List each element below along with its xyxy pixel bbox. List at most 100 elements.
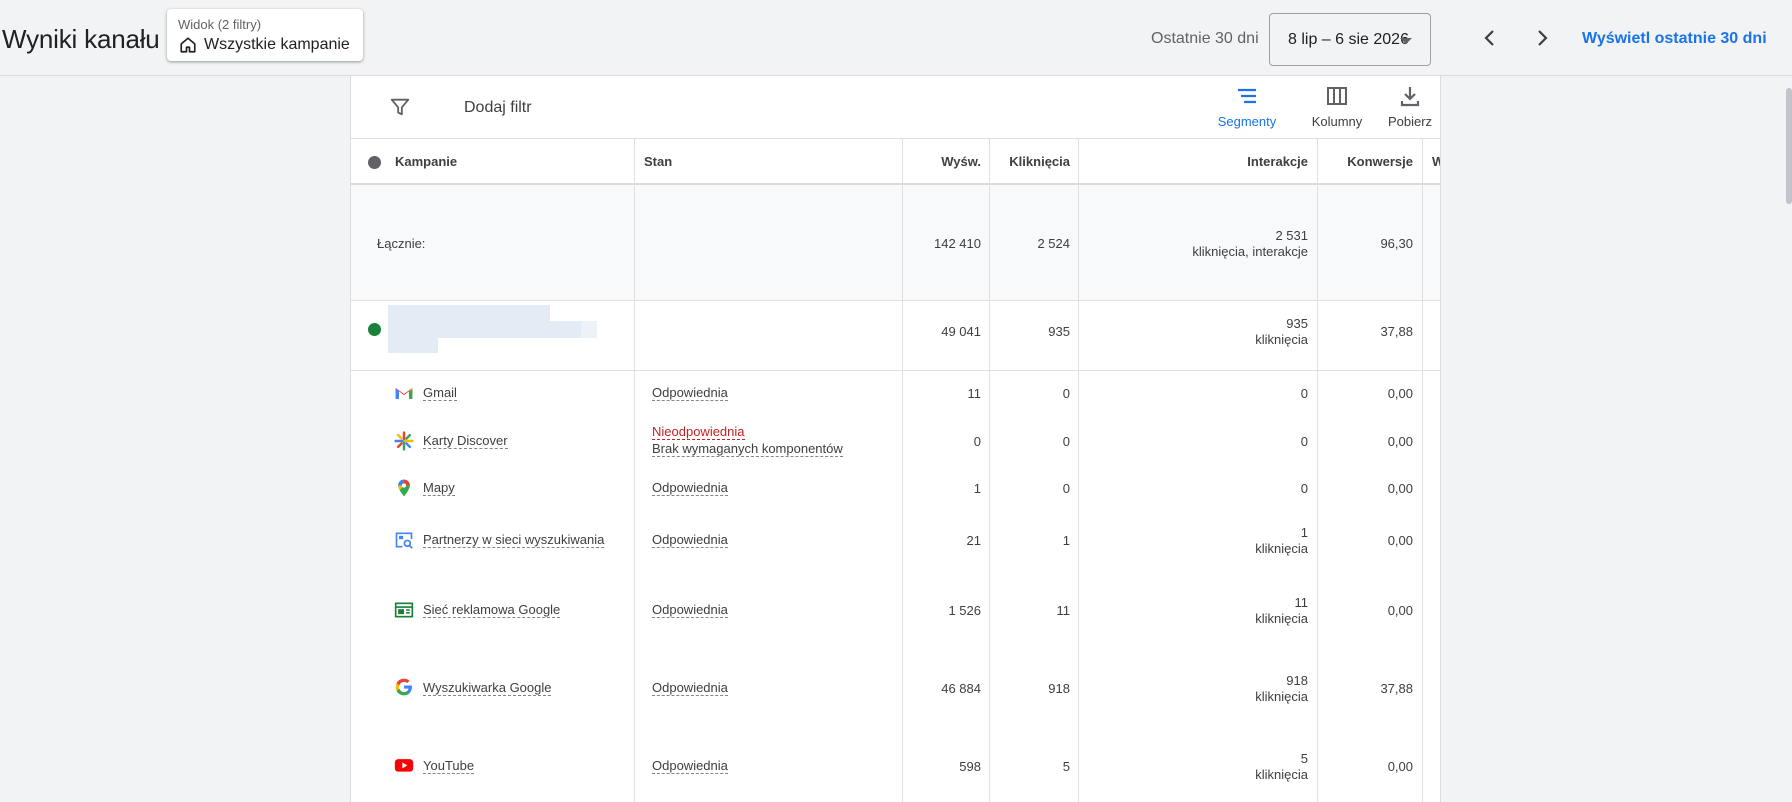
interactions-type: kliknięcia xyxy=(1255,767,1308,782)
network-status: Odpowiednia xyxy=(652,531,728,548)
network-conversions: 0,00 xyxy=(1387,386,1413,401)
network-impressions: 46 884 xyxy=(941,681,981,696)
maps-pin-icon xyxy=(398,479,410,497)
network-status: Odpowiednia xyxy=(652,679,728,696)
network-clicks: 0 xyxy=(1062,481,1070,496)
segments-button[interactable]: Segmenty xyxy=(1209,84,1285,134)
show-last-30-days-link[interactable]: Wyświetl ostatnie 30 dni xyxy=(1582,30,1767,48)
column-header-interactions[interactable]: Interakcje xyxy=(1091,139,1308,183)
network-clicks: 918 xyxy=(1048,681,1070,696)
total-interactions: 2 531 kliknięcia, interakcje xyxy=(1091,228,1308,260)
status-eligible[interactable]: Odpowiednia xyxy=(652,602,728,618)
status-eligible[interactable]: Odpowiednia xyxy=(652,680,728,696)
interactions-value: 11 xyxy=(1294,595,1309,610)
view-value: Wszystkie kampanie xyxy=(204,36,350,53)
network-row-maps: Mapy Odpowiednia 1 0 0 0,00 xyxy=(351,467,1440,511)
status-filter-dot[interactable] xyxy=(368,156,381,169)
network-row-display-network: Sieć reklamowa Google Odpowiednia 1 526 … xyxy=(351,571,1440,649)
download-icon xyxy=(1400,87,1420,107)
network-status: Odpowiednia xyxy=(652,601,728,618)
home-icon xyxy=(180,37,196,53)
interactions-type: kliknięcia xyxy=(1255,611,1308,626)
campaign-row[interactable]: 49 041 935 935 kliknięcia 37,88 xyxy=(351,301,1440,371)
column-header-campaigns[interactable]: Kampanie xyxy=(395,139,625,183)
page-scrollbar[interactable] xyxy=(1786,76,1792,802)
network-name[interactable]: Partnerzy w sieci wyszukiwania xyxy=(423,533,605,548)
status-eligible[interactable]: Odpowiednia xyxy=(652,532,728,548)
network-status: Odpowiednia xyxy=(652,384,728,401)
network-clicks: 0 xyxy=(1062,434,1070,449)
network-interactions: 0 xyxy=(1300,481,1308,496)
network-name[interactable]: Gmail xyxy=(423,386,457,401)
network-name[interactable]: Karty Discover xyxy=(423,434,508,449)
network-interactions: 0 xyxy=(1300,434,1308,449)
status-not-eligible[interactable]: Nieodpowiednia xyxy=(652,424,745,440)
gmail-icon xyxy=(395,388,413,399)
network-conversions: 0,00 xyxy=(1387,481,1413,496)
network-name[interactable]: Mapy xyxy=(423,481,455,496)
chevron-down-icon xyxy=(1400,38,1412,44)
total-clicks: 2 524 xyxy=(1037,236,1070,251)
network-conversions: 0,00 xyxy=(1387,434,1413,449)
network-impressions: 11 xyxy=(967,386,982,401)
interactions-type: kliknięcia xyxy=(1255,689,1308,704)
status-eligible[interactable]: Odpowiednia xyxy=(652,758,728,774)
network-name[interactable]: Wyszukiwarka Google xyxy=(423,681,552,696)
date-range-caption: Ostatnie 30 dni xyxy=(1151,30,1259,47)
network-status: Odpowiednia xyxy=(652,757,728,774)
column-header-conversions[interactable]: Konwersje xyxy=(1317,139,1413,183)
display-network-icon xyxy=(394,602,414,618)
chevron-left-icon[interactable] xyxy=(1478,26,1502,50)
network-row-youtube: YouTube Odpowiednia 598 5 5 kliknięcia 0… xyxy=(351,727,1440,802)
download-button[interactable]: Pobierz xyxy=(1381,84,1439,134)
status-reason[interactable]: Brak wymaganych komponentów xyxy=(652,441,843,457)
view-selector[interactable]: Widok (2 filtry) Wszystkie kampanie xyxy=(167,9,363,61)
campaign-interactions-type: kliknięcia xyxy=(1255,332,1308,347)
discover-icon xyxy=(394,431,414,451)
campaign-impressions: 49 041 xyxy=(941,324,981,339)
network-name[interactable]: Sieć reklamowa Google xyxy=(423,603,561,618)
chevron-right-icon[interactable] xyxy=(1530,26,1554,50)
network-impressions: 598 xyxy=(959,759,981,774)
campaign-clicks: 935 xyxy=(1048,324,1070,339)
total-impressions: 142 410 xyxy=(934,236,981,251)
status-eligible[interactable]: Odpowiednia xyxy=(652,480,728,496)
date-range-value: 8 lip – 6 sie 2026 xyxy=(1288,31,1409,48)
network-row-gmail: Gmail Odpowiednia 11 0 0 0,00 xyxy=(351,371,1440,415)
network-name[interactable]: YouTube xyxy=(423,759,475,774)
column-header-clicks[interactable]: Kliknięcia xyxy=(991,139,1070,183)
date-range-select[interactable]: 8 lip – 6 sie 2026 xyxy=(1269,13,1431,66)
network-clicks: 11 xyxy=(1056,603,1071,618)
search-partners-icon xyxy=(395,532,413,549)
scrollbar-thumb[interactable] xyxy=(1786,88,1792,204)
network-interactions: 11 kliknięcia xyxy=(1091,595,1308,627)
total-interactions-value: 2 531 xyxy=(1275,228,1308,243)
status-eligible[interactable]: Odpowiednia xyxy=(652,385,728,401)
network-conversions: 0,00 xyxy=(1387,759,1413,774)
network-conversions: 0,00 xyxy=(1387,533,1413,548)
column-header-impressions[interactable]: Wyśw. xyxy=(906,139,981,183)
columns-button[interactable]: Kolumny xyxy=(1297,84,1377,134)
page-title: Wyniki kanału xyxy=(2,24,160,54)
add-filter-button[interactable]: Dodaj filtr xyxy=(464,99,532,117)
campaign-interactions-value: 935 xyxy=(1286,316,1308,331)
network-conversions: 37,88 xyxy=(1380,681,1413,696)
filter-icon[interactable] xyxy=(389,96,411,118)
network-status: Odpowiednia xyxy=(652,479,728,496)
youtube-icon xyxy=(394,759,414,772)
network-interactions: 1 kliknięcia xyxy=(1091,525,1308,557)
google-g-icon xyxy=(395,678,412,696)
segments-label: Segmenty xyxy=(1217,114,1277,129)
network-clicks: 1 xyxy=(1062,533,1070,548)
download-label: Pobierz xyxy=(1387,114,1433,129)
columns-icon xyxy=(1327,87,1347,105)
network-conversions: 0,00 xyxy=(1387,603,1413,618)
network-clicks: 0 xyxy=(1062,386,1070,401)
columns-label: Kolumny xyxy=(1311,114,1363,129)
total-interactions-type: kliknięcia, interakcje xyxy=(1192,244,1308,259)
total-row: Łącznie: 142 410 2 524 2 531 kliknięcia,… xyxy=(351,185,1440,301)
column-header-cut-off[interactable]: W xyxy=(1432,139,1440,183)
table-header-row: Kampanie Stan Wyśw. Kliknięcia Interakcj… xyxy=(351,139,1440,185)
network-impressions: 0 xyxy=(973,434,981,449)
column-header-status[interactable]: Stan xyxy=(644,139,844,183)
